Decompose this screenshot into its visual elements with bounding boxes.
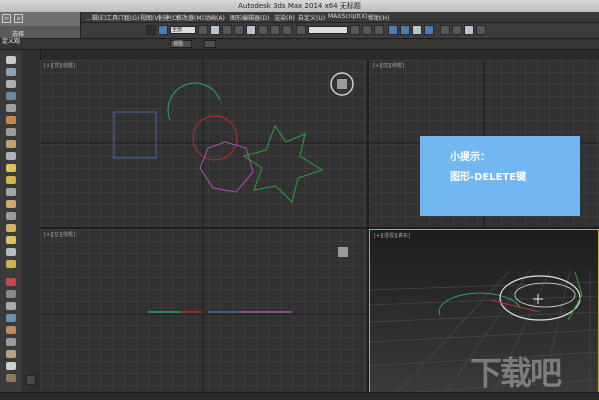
tool-light-icon[interactable]: [6, 176, 16, 184]
render-setup-icon[interactable]: [440, 25, 450, 35]
viewcube-icon: [337, 79, 347, 89]
command-popover: ∞ ⌀ 选择 定义观: [0, 12, 81, 45]
tool-box-icon[interactable]: [6, 68, 16, 76]
viewcube-icon: [338, 247, 348, 257]
cursor-icon: [533, 294, 543, 304]
tool-camera-icon[interactable]: [6, 188, 16, 196]
tip-title: 小提示：: [450, 152, 490, 163]
left-strip: [22, 50, 41, 400]
viewport-label[interactable]: [+][顶][线框]: [44, 62, 75, 69]
top-viewport-shapes: [40, 60, 367, 227]
circle-shape: [192, 115, 238, 161]
tool-cone-icon[interactable]: [6, 104, 16, 112]
watermark-text: 下载吧: [470, 354, 562, 392]
rect-selection-icon[interactable]: [210, 25, 220, 35]
tool-geosphere-icon[interactable]: [6, 164, 16, 172]
menu-maxscript[interactable]: MAXScript(X): [328, 13, 368, 20]
menu-help[interactable]: 帮助(H): [368, 13, 389, 22]
move-icon[interactable]: [234, 25, 244, 35]
tool-display-icon[interactable]: [6, 290, 16, 298]
align-icon[interactable]: [362, 25, 372, 35]
render-iterative-icon[interactable]: [476, 25, 486, 35]
selection-filter-dropdown[interactable]: 全部: [170, 26, 196, 34]
tool-sphere-icon[interactable]: [6, 56, 16, 64]
tool-helper-icon[interactable]: [6, 200, 16, 208]
material-editor-icon[interactable]: [424, 25, 434, 35]
tool-hierarchy-icon[interactable]: [6, 248, 16, 256]
menu-group[interactable]: 组(G): [124, 13, 139, 22]
schematic-view-icon[interactable]: [412, 25, 422, 35]
tool-torus-icon[interactable]: [6, 128, 16, 136]
tool-spacewarp-icon[interactable]: [6, 212, 16, 220]
popover-line2: 定义观: [2, 38, 21, 45]
tool-plane-icon[interactable]: [6, 92, 16, 100]
undo-icon[interactable]: [146, 25, 156, 35]
maxscript-mini-button[interactable]: [26, 375, 36, 385]
viewport-label[interactable]: [+][前][线框]: [373, 62, 404, 69]
menu-bar: ...辑(E) 工具(T) 组(G) 视图(V) 创建(C) 修改器(M) 动画…: [0, 12, 599, 23]
popover-header: [0, 12, 80, 26]
tool-red-icon[interactable]: [6, 278, 16, 286]
view-dropdown[interactable]: 视图: [170, 40, 192, 48]
max-app-window: Autodesk 3ds Max 2014 x64 无标题 ...辑(E) 工具…: [0, 0, 599, 400]
tool-modifier-icon[interactable]: [6, 236, 16, 244]
tool-brush-icon[interactable]: [6, 326, 16, 334]
select-by-name-icon[interactable]: [198, 25, 208, 35]
star-shape: [242, 124, 324, 203]
tool-system-icon[interactable]: [6, 224, 16, 232]
reference-coordinate-icon[interactable]: [270, 25, 280, 35]
named-selection-set-field[interactable]: [308, 26, 348, 34]
viewport-splitter-vertical[interactable]: [367, 60, 369, 400]
layer-manager-icon[interactable]: [374, 25, 384, 35]
camera-dropdown[interactable]: [204, 40, 216, 48]
arc-shape: [167, 82, 221, 121]
secondary-toolbar: 视图: [0, 39, 599, 50]
menu-graph-editors[interactable]: 图形编辑器(D): [230, 13, 269, 22]
tool-brown-icon[interactable]: [6, 374, 16, 382]
rectangle-shape: [113, 111, 157, 159]
menu-rendering[interactable]: 渲染(R): [274, 13, 295, 22]
tool-pyramid-icon[interactable]: [6, 140, 16, 148]
menu-edit[interactable]: ...辑(E): [86, 13, 106, 22]
tool-cylinder-icon[interactable]: [6, 80, 16, 88]
window-title: Autodesk 3ds Max 2014 x64 无标题: [238, 2, 361, 10]
pivot-center-icon[interactable]: [282, 25, 292, 35]
menu-customize[interactable]: 自定义(U): [298, 13, 325, 22]
tip-overlay: 小提示： 图形-DELETE键: [420, 136, 580, 216]
snap-toggle-icon[interactable]: [296, 25, 306, 35]
window-crossing-icon[interactable]: [222, 25, 232, 35]
tip-text: 图形-DELETE键: [450, 172, 527, 183]
rotate-icon[interactable]: [246, 25, 256, 35]
tool-paint-icon[interactable]: [6, 350, 16, 358]
left-tool-column: [0, 50, 23, 400]
rendered-frame-icon[interactable]: [452, 25, 462, 35]
main-toolbar: 全部: [0, 23, 599, 39]
tool-teapot-icon[interactable]: [6, 116, 16, 124]
viewport-label[interactable]: [+][左][线框]: [44, 231, 75, 238]
menu-modifiers[interactable]: 修改器(M): [176, 13, 204, 22]
render-production-icon[interactable]: [464, 25, 474, 35]
viewport-left[interactable]: [+][左][线框]: [40, 229, 367, 400]
viewport-label[interactable]: [+][透视][真实]: [374, 232, 410, 239]
viewport-splitter-horizontal[interactable]: [40, 227, 599, 229]
graphite-tools-icon[interactable]: [388, 25, 398, 35]
select-object-icon[interactable]: [158, 25, 168, 35]
unlink-icon[interactable]: ⌀: [14, 14, 23, 23]
watermark-logo: 下载吧: [470, 342, 590, 392]
scale-icon[interactable]: [258, 25, 268, 35]
tool-gear-icon[interactable]: [6, 338, 16, 346]
curve-editor-icon[interactable]: [400, 25, 410, 35]
link-icon[interactable]: ∞: [2, 14, 11, 23]
viewport-top[interactable]: [+][顶][线框]: [40, 60, 367, 227]
mirror-icon[interactable]: [350, 25, 360, 35]
tool-blue-icon[interactable]: [6, 314, 16, 322]
tool-white-icon[interactable]: [6, 362, 16, 370]
tool-tube-icon[interactable]: [6, 152, 16, 160]
ring-shape: [514, 282, 576, 308]
tool-motion-icon[interactable]: [6, 260, 16, 268]
menu-animation[interactable]: 动画(A): [204, 13, 225, 22]
tool-utilities-icon[interactable]: [6, 302, 16, 310]
left-viewport-shapes: [40, 229, 367, 400]
ngon-shape: [199, 141, 254, 193]
